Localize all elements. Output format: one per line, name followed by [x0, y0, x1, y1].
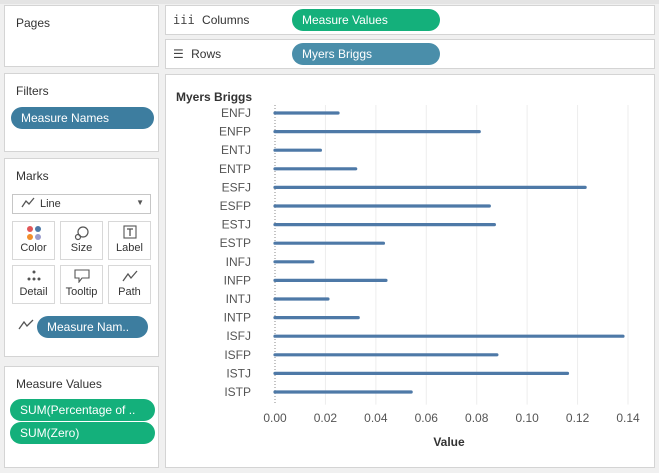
tooltip-button[interactable]: Tooltip [60, 265, 103, 304]
x-tick-label: 0.14 [616, 411, 640, 425]
category-label: ESFP [220, 199, 251, 213]
path-pill-measure-names[interactable]: Measure Nam.. [37, 316, 148, 338]
rows-icon: ☰ [173, 47, 184, 61]
chart-panel: Myers Briggs Value 0.00 0.02 0.04 0.06 0.08 0… [165, 74, 655, 468]
columns-shelf-label: iii Columns [173, 13, 249, 27]
measure-pill-label: SUM(Percentage of .. [20, 403, 136, 417]
size-button[interactable]: Size [60, 221, 103, 260]
measure-pill-percentage[interactable]: SUM(Percentage of .. [10, 399, 155, 421]
path-label: Path [118, 286, 141, 298]
size-label: Size [70, 242, 93, 254]
x-tick-label: 0.04 [364, 411, 388, 425]
columns-label-text: Columns [202, 13, 250, 27]
detail-button[interactable]: Detail [12, 265, 55, 304]
category-label: ISFJ [226, 329, 251, 343]
category-label: ENTJ [221, 143, 251, 157]
rows-pill-myers-briggs[interactable]: Myers Briggs [292, 43, 440, 65]
rows-shelf-label: ☰ Rows [173, 47, 221, 61]
color-dots-icon [13, 225, 54, 240]
category-label: ESTP [220, 236, 251, 250]
category-label: ISFP [224, 348, 251, 362]
color-label: Color [20, 242, 47, 254]
category-label: ENFJ [221, 106, 251, 120]
color-button[interactable]: Color [12, 221, 55, 260]
x-tick-label: 0.10 [515, 411, 539, 425]
columns-pill-measure-values[interactable]: Measure Values [292, 9, 440, 31]
x-tick-label: 0.12 [566, 411, 590, 425]
label-label: Label [116, 242, 143, 254]
columns-pill-label: Measure Values [302, 13, 388, 27]
category-label: ISTP [224, 385, 251, 399]
x-tick-label: 0.00 [263, 411, 287, 425]
path-line-icon [18, 319, 34, 334]
x-tick-label: 0.02 [314, 411, 338, 425]
row-header-label: Myers Briggs [176, 90, 252, 104]
path-pill-label: Measure Nam.. [47, 320, 130, 334]
x-axis-title: Value [433, 435, 465, 449]
measure-values-card: Measure Values SUM(Percentage of .. SUM(… [4, 366, 159, 468]
top-strip [0, 0, 659, 4]
category-label: INTP [224, 311, 251, 325]
mark-type-dropdown[interactable]: Line ▼ [12, 194, 151, 214]
chart-svg: Myers Briggs Value 0.00 0.02 0.04 0.06 0.08 0… [176, 90, 640, 449]
category-label: ENFP [219, 125, 251, 139]
detail-dots-icon [13, 269, 54, 284]
filters-card[interactable]: Filters Measure Names [4, 73, 159, 152]
size-icon [61, 225, 102, 241]
rows-pill-label: Myers Briggs [302, 47, 373, 61]
tooltip-label: Tooltip [65, 286, 98, 298]
measure-values-title: Measure Values [16, 377, 102, 391]
columns-icon: iii [173, 13, 195, 27]
category-label: ENTP [219, 162, 251, 176]
x-tick-label: 0.08 [465, 411, 489, 425]
category-label: ISTJ [226, 366, 251, 380]
mark-type-label: Line [40, 198, 61, 210]
category-label: ESFJ [222, 180, 251, 194]
columns-shelf[interactable]: iii Columns Measure Values [165, 5, 655, 35]
tooltip-icon [61, 269, 102, 284]
detail-label: Detail [19, 286, 48, 298]
pages-title: Pages [16, 16, 51, 30]
measure-pill-label: SUM(Zero) [20, 426, 80, 440]
path-icon [109, 269, 150, 284]
pages-card[interactable]: Pages [4, 5, 159, 67]
category-label: INTJ [226, 292, 251, 306]
filters-title: Filters [16, 84, 49, 98]
category-label: INFP [224, 273, 251, 287]
category-label: ESTJ [222, 218, 251, 232]
rows-label-text: Rows [191, 47, 222, 61]
text-label-icon [109, 225, 150, 240]
filter-pill-measure-names[interactable]: Measure Names [11, 107, 154, 129]
label-button[interactable]: Label [108, 221, 151, 260]
rows-shelf[interactable]: ☰ Rows Myers Briggs [165, 39, 655, 69]
measure-pill-zero[interactable]: SUM(Zero) [10, 422, 155, 444]
category-label: INFJ [226, 255, 251, 269]
path-button[interactable]: Path [108, 265, 151, 304]
marks-title: Marks [16, 169, 49, 183]
line-icon [21, 197, 35, 212]
x-tick-label: 0.06 [415, 411, 439, 425]
chevron-down-icon: ▼ [136, 198, 144, 207]
filter-pill-label: Measure Names [21, 111, 110, 125]
